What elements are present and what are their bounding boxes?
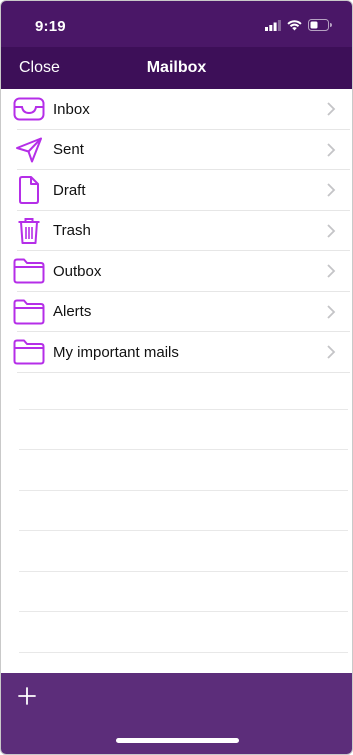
divider [19,369,348,410]
signal-icon [265,19,281,31]
chevron-right-icon [327,345,336,359]
divider [19,531,348,572]
chevron-right-icon [327,102,336,116]
folder-row-alerts[interactable]: Alerts [5,292,350,333]
sent-icon [13,136,45,164]
battery-icon [308,19,332,31]
folder-list: Inbox Sent Draft Trash Outbox Alerts My … [5,89,350,373]
folder-label: Inbox [53,100,90,118]
add-icon[interactable] [17,686,37,706]
divider [19,491,348,531]
folder-icon [13,338,45,366]
folder-label: Alerts [53,303,92,321]
bottom-toolbar [1,673,352,754]
divider [19,450,348,491]
empty-list-area [19,369,348,653]
wifi-icon [287,19,302,30]
folder-label: Draft [53,181,86,199]
chevron-right-icon [327,264,336,278]
folder-label: Outbox [53,262,102,280]
folder-row-trash[interactable]: Trash [5,211,350,252]
draft-icon [13,176,45,205]
navigation-bar: Close Mailbox [1,47,352,89]
home-indicator[interactable] [116,738,239,743]
status-time: 9:19 [35,18,66,35]
divider [19,410,348,450]
page-title: Mailbox [146,59,207,76]
folder-row-inbox[interactable]: Inbox [5,89,350,130]
chevron-right-icon [327,143,336,157]
status-icons [265,19,332,31]
folder-row-draft[interactable]: Draft [5,170,350,211]
folder-icon [13,257,45,285]
folder-label: Trash [53,222,91,240]
folder-row-my-important-mails[interactable]: My important mails [5,332,350,373]
divider [19,612,348,653]
trash-icon [13,217,45,245]
inbox-icon [13,95,45,123]
chevron-right-icon [327,224,336,238]
status-bar: 9:19 [1,1,352,47]
chevron-right-icon [327,183,336,197]
folder-label: My important mails [53,343,179,361]
folder-row-sent[interactable]: Sent [5,130,350,171]
chevron-right-icon [327,305,336,319]
folder-icon [13,298,45,326]
folder-label: Sent [53,141,84,159]
folder-row-outbox[interactable]: Outbox [5,251,350,292]
mailbox-screen: 9:19 Close Mailbox Inbox Sent Draft Tras… [0,0,353,755]
divider [19,572,348,612]
